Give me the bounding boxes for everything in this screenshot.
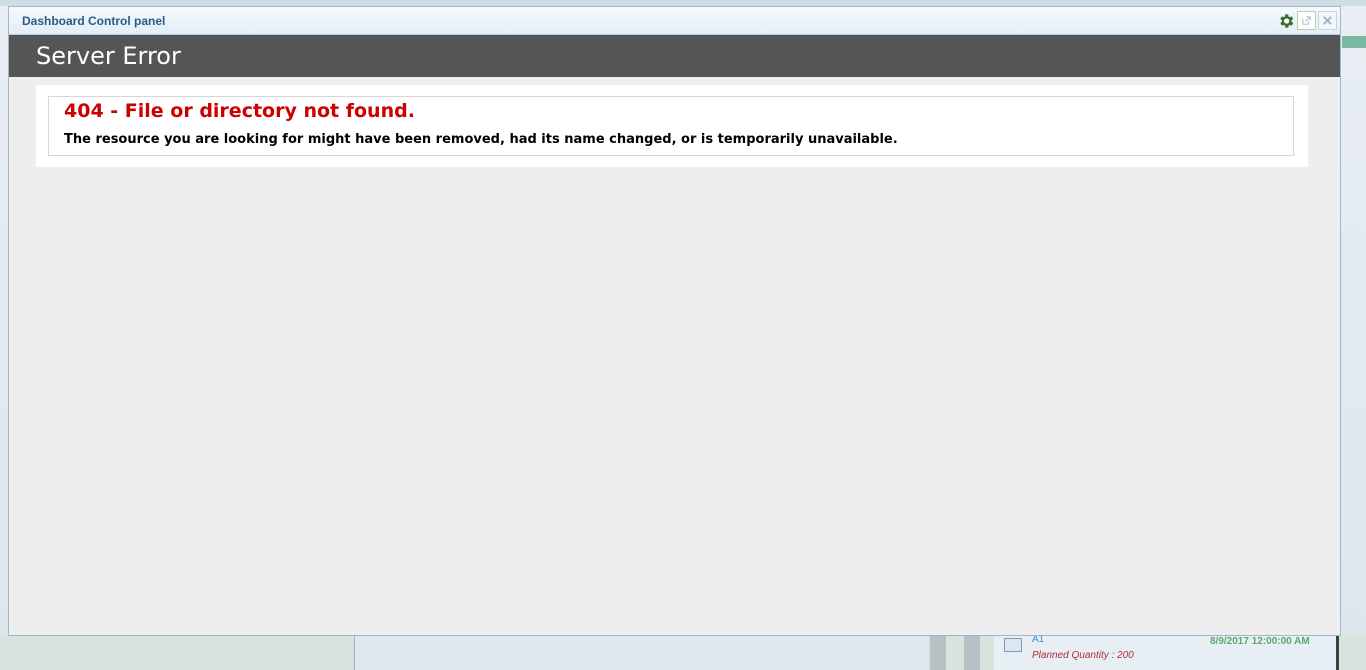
close-icon (1323, 16, 1332, 25)
server-error-header: Server Error (9, 35, 1340, 77)
background-column (354, 636, 373, 670)
dashboard-control-panel-window: Dashboard Control panel Server Error 404… (8, 6, 1341, 636)
window-title: Dashboard Control panel (22, 14, 166, 28)
error-box: 404 - File or directory not found. The r… (48, 96, 1294, 156)
close-button[interactable] (1318, 11, 1337, 30)
popout-icon (1302, 16, 1311, 25)
error-panel: 404 - File or directory not found. The r… (36, 85, 1308, 167)
background-scrollbar (964, 636, 980, 670)
list-item-icon (1004, 638, 1022, 652)
background-scrollbar (930, 636, 946, 670)
error-heading: 404 - File or directory not found. (64, 100, 415, 122)
background-column (372, 636, 928, 670)
error-message: The resource you are looking for might h… (64, 132, 898, 147)
popout-button[interactable] (1297, 11, 1316, 30)
settings-button[interactable] (1276, 11, 1295, 30)
background-bottom-area: A1 8/9/2017 12:00:00 AM Planned Quantity… (0, 634, 1366, 670)
window-titlebar[interactable]: Dashboard Control panel (9, 7, 1340, 35)
background-right-strip (1342, 36, 1366, 48)
window-content: Server Error 404 - File or directory not… (9, 35, 1340, 635)
page-title: Server Error (36, 42, 181, 70)
list-item-date: 8/9/2017 12:00:00 AM (1210, 636, 1310, 647)
gear-icon (1279, 13, 1293, 28)
planned-quantity-label: Planned Quantity : 200 (1032, 650, 1134, 661)
